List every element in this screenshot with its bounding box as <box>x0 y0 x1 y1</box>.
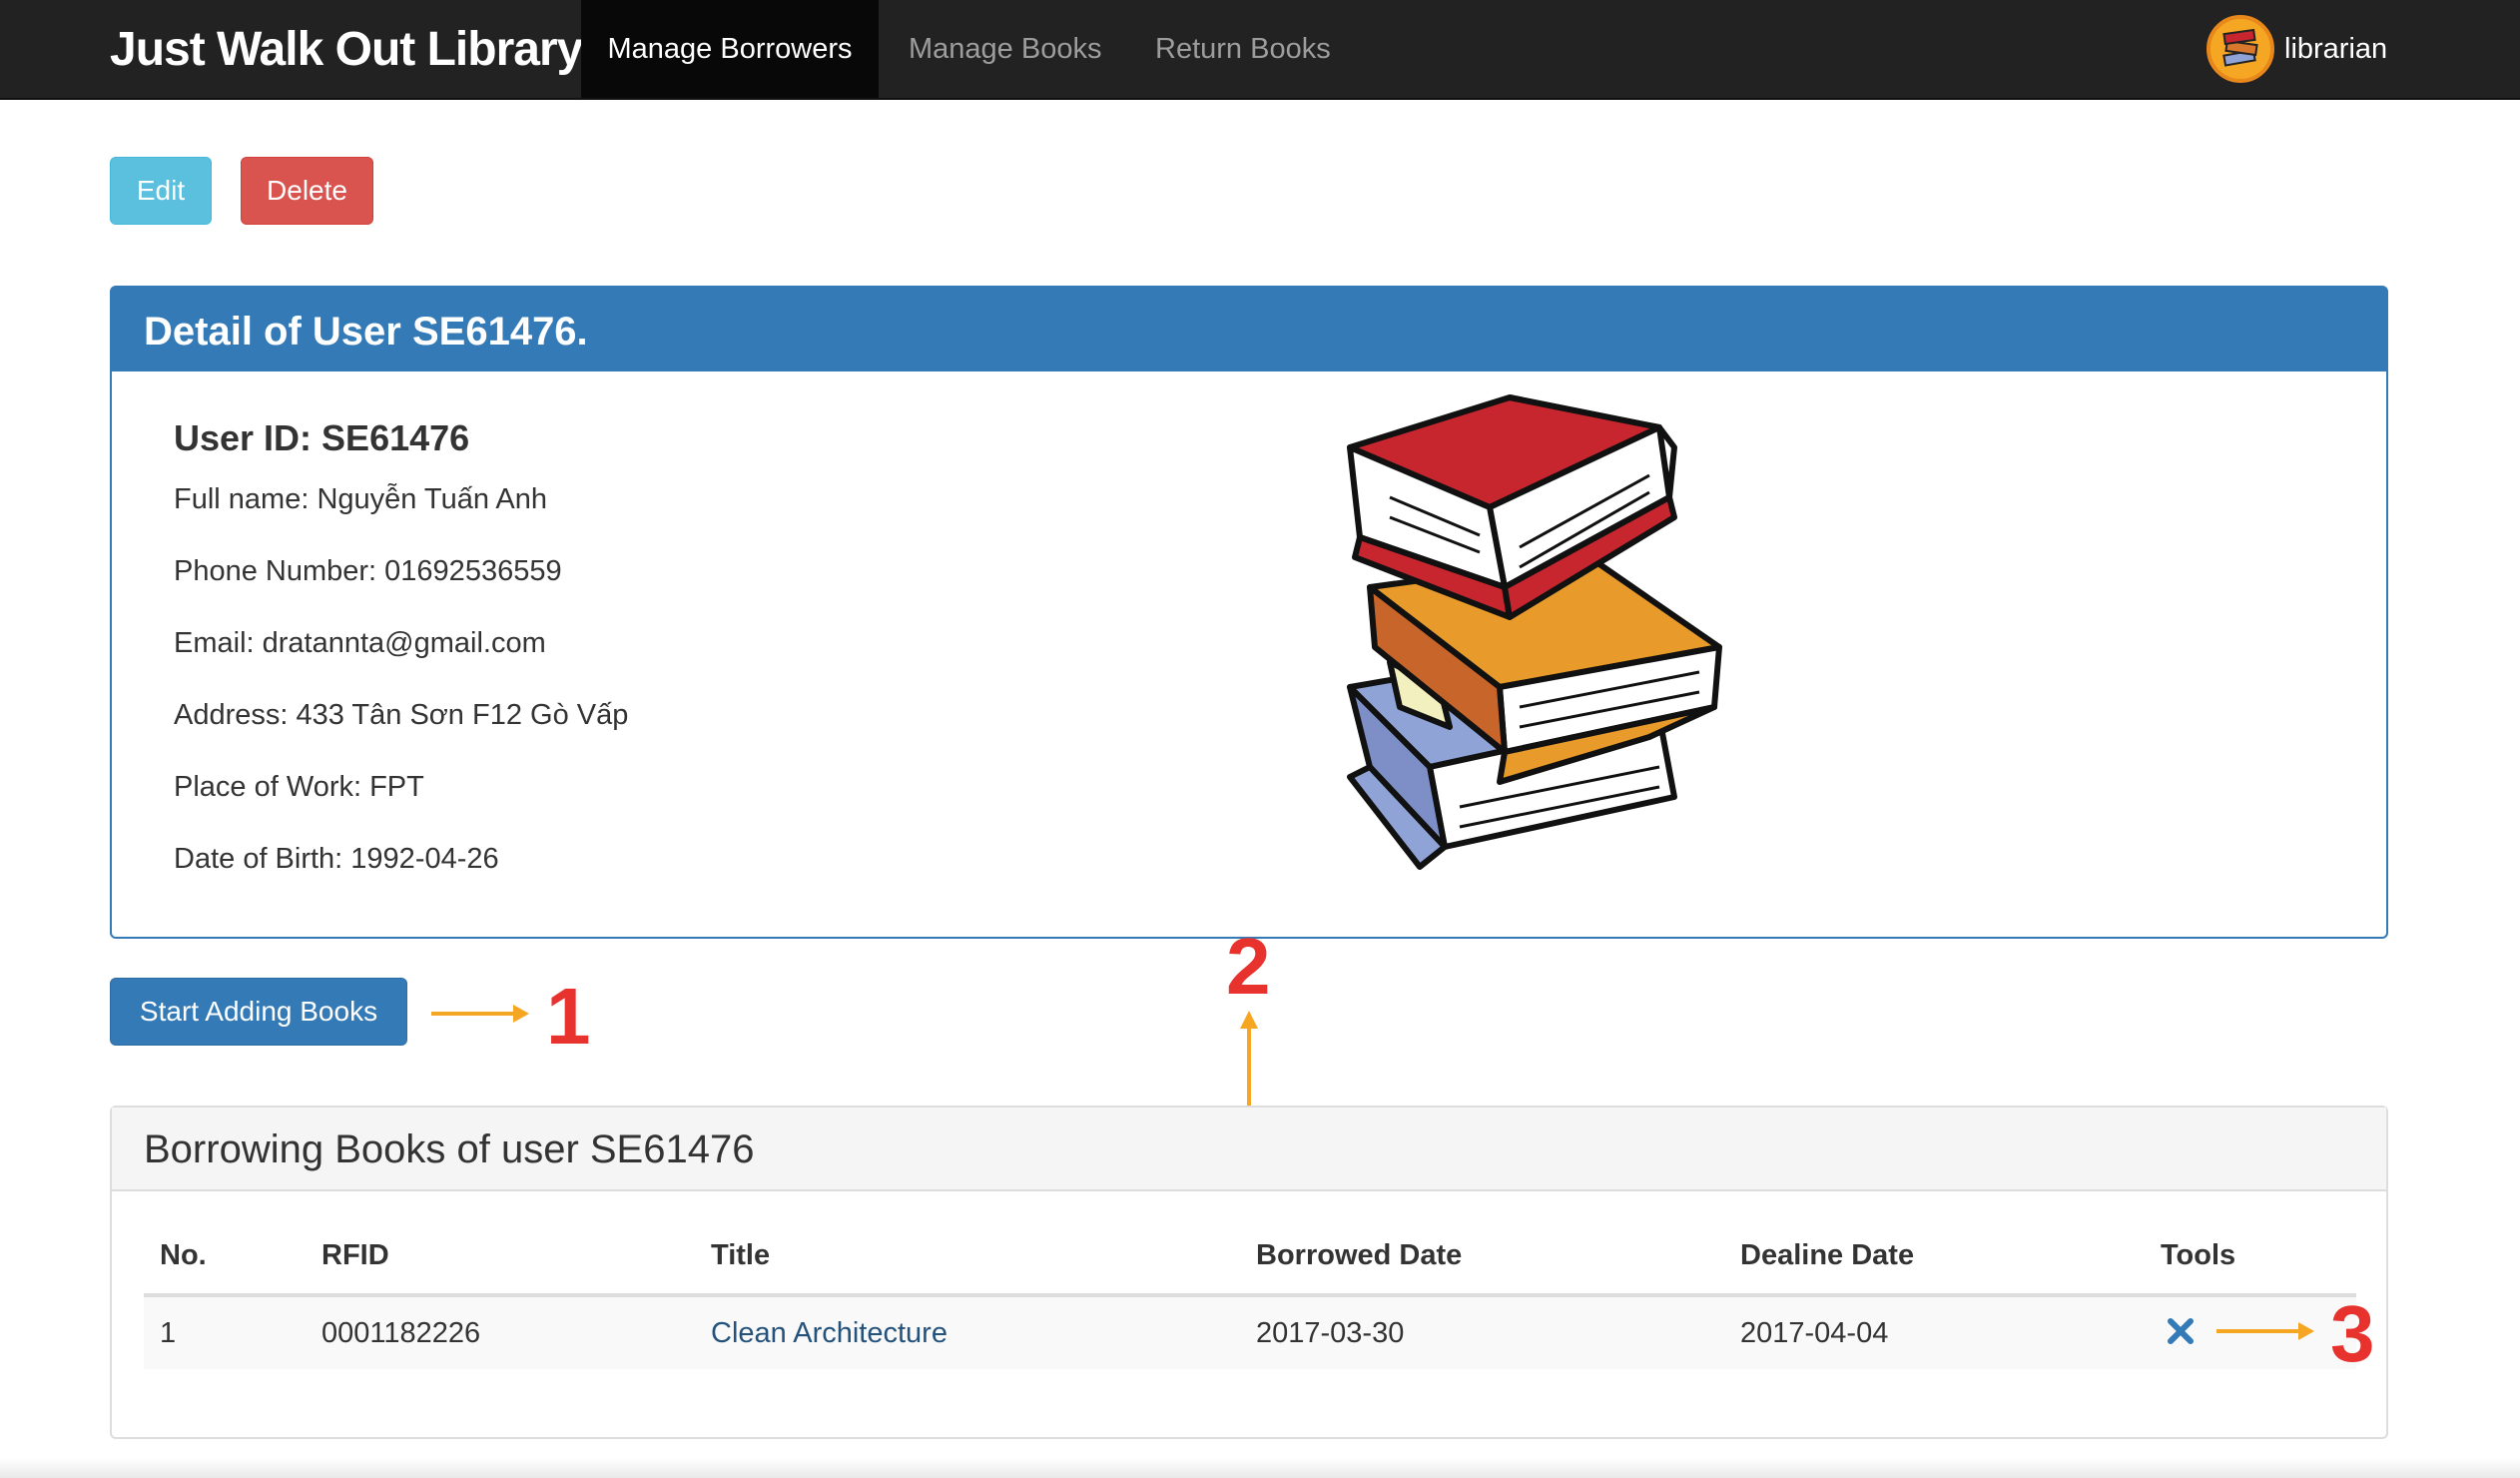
user-id-heading: User ID: SE61476 <box>174 417 470 458</box>
annotation-label-2: 2 <box>1226 922 1271 1011</box>
times-icon[interactable] <box>2161 1311 2201 1351</box>
column-header-no: No. <box>160 1239 207 1271</box>
page-bottom-edge <box>0 1458 2520 1478</box>
top-navbar: Just Walk Out Library Manage Borrowers M… <box>0 0 2520 100</box>
place-of-work-field: Place of Work: FPT <box>174 771 424 803</box>
books-avatar-icon <box>2206 15 2274 83</box>
date-of-birth-field: Date of Birth: 1992-04-26 <box>174 843 499 875</box>
column-header-title: Title <box>711 1239 771 1271</box>
brand-title[interactable]: Just Walk Out Library <box>110 22 583 77</box>
edit-button[interactable]: Edit <box>110 157 212 225</box>
delete-button[interactable]: Delete <box>241 157 373 225</box>
column-header-tools: Tools <box>2161 1239 2236 1271</box>
email-field: Email: dratannta@gmail.com <box>174 627 546 659</box>
row-borrowed-date: 2017-03-30 <box>1256 1317 1405 1349</box>
annotation-label-1: 1 <box>546 972 591 1061</box>
detail-panel-heading: Detail of User SE61476. <box>112 288 2386 371</box>
nav-manage-books[interactable]: Manage Books <box>879 0 1131 98</box>
borrowing-books-panel: Borrowing Books of user SE61476 No. RFID… <box>110 1106 2388 1439</box>
column-header-borrowed-date: Borrowed Date <box>1256 1239 1463 1271</box>
user-detail-panel: Detail of User SE61476. User ID: SE61476… <box>110 286 2388 939</box>
column-header-deadline-date: Dealine Date <box>1740 1239 1915 1271</box>
user-menu[interactable]: librarian <box>2206 0 2387 98</box>
full-name-field: Full name: Nguyễn Tuấn Anh <box>174 483 548 515</box>
row-deadline-date: 2017-04-04 <box>1740 1317 1889 1349</box>
phone-field: Phone Number: 01692536559 <box>174 555 562 587</box>
annotation-label-3: 3 <box>2330 1289 2375 1378</box>
start-adding-books-button[interactable]: Start Adding Books <box>110 978 407 1046</box>
nav-return-books[interactable]: Return Books <box>1125 0 1361 98</box>
borrowing-panel-heading: Borrowing Books of user SE61476 <box>112 1108 2386 1191</box>
column-header-rfid: RFID <box>321 1239 389 1271</box>
annotation-arrow-3 <box>2216 1322 2314 1340</box>
row-title-link[interactable]: Clean Architecture <box>711 1317 947 1350</box>
nav-manage-borrowers[interactable]: Manage Borrowers <box>581 0 879 98</box>
book-stack-illustration <box>1347 394 1722 870</box>
user-name: librarian <box>2284 32 2388 65</box>
address-field: Address: 433 Tân Sơn F12 Gò Vấp <box>174 699 629 731</box>
row-no: 1 <box>160 1317 177 1349</box>
row-rfid: 0001182226 <box>321 1317 481 1349</box>
annotation-arrow-1 <box>431 1005 529 1023</box>
